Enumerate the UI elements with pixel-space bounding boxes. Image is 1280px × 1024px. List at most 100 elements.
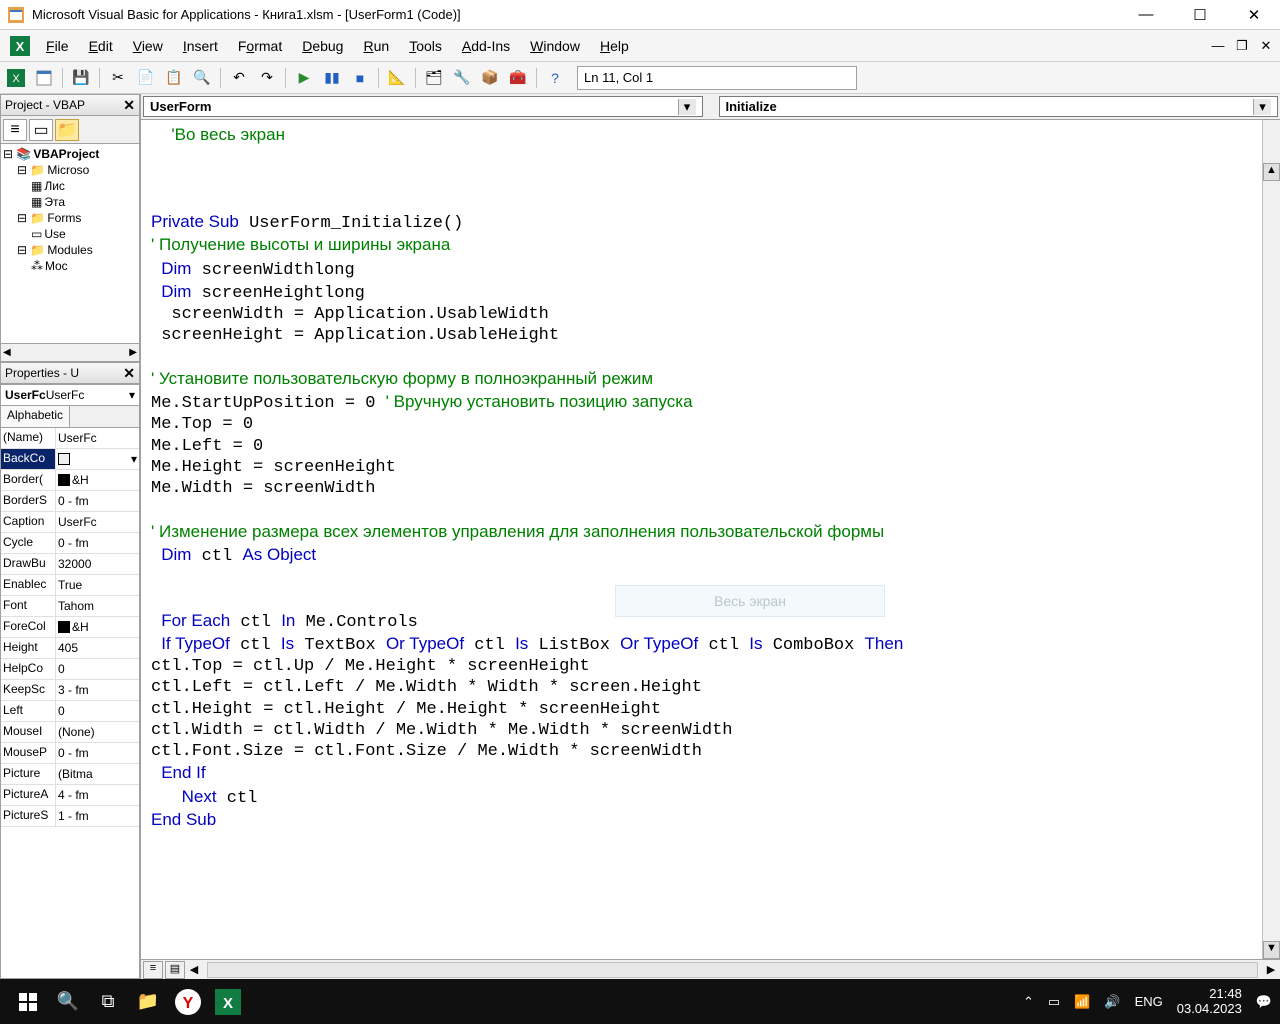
toggle-folders-button[interactable]: 📁 [55,119,79,141]
break-button[interactable]: ▮▮ [320,66,344,90]
menu-view[interactable]: View [123,34,173,58]
start-button[interactable] [8,982,48,1022]
menu-help[interactable]: Help [590,34,639,58]
property-row[interactable]: MouseI(None) [1,722,139,743]
search-icon[interactable]: 🔍 [48,982,88,1022]
property-row[interactable]: BackCo▾ [1,449,139,470]
view-object-button[interactable]: ▭ [29,119,53,141]
battery-icon[interactable]: ▭ [1048,994,1060,1010]
view-code-button[interactable]: ≡ [3,119,27,141]
tree-sheet[interactable]: ▦ Лис [3,178,137,194]
procedure-dropdown[interactable]: Initialize▾ [719,96,1279,117]
property-row[interactable]: DrawBu32000 [1,554,139,575]
code-vscroll[interactable]: ▲ ▼ [1262,120,1280,959]
design-mode-button[interactable]: 📐 [385,66,409,90]
property-row[interactable]: Left0 [1,701,139,722]
properties-object-combo[interactable]: UserFc UserFc ▾ [0,384,140,406]
full-module-view-button[interactable]: ▤ [165,961,185,979]
properties-button[interactable]: 🔧 [450,66,474,90]
menu-debug[interactable]: Debug [292,34,353,58]
tree-microsoft-objects[interactable]: ⊟ 📁 Microso [3,162,137,178]
scroll-up-icon[interactable]: ▲ [1263,163,1280,181]
tree-module1[interactable]: ⁂ Moc [3,258,137,274]
paste-button[interactable]: 📋 [162,66,186,90]
scroll-down-icon[interactable]: ▼ [1263,941,1280,959]
property-row[interactable]: PictureA4 - fm [1,785,139,806]
tree-thisworkbook[interactable]: ▦ Эта [3,194,137,210]
properties-pane-close[interactable]: ✕ [123,365,135,382]
tree-modules[interactable]: ⊟ 📁 Modules [3,242,137,258]
mdi-minimize[interactable]: — [1208,38,1228,54]
find-button[interactable]: 🔍 [190,66,214,90]
run-button[interactable]: ▶ [292,66,316,90]
volume-icon[interactable]: 🔊 [1104,994,1120,1010]
tray-expand-icon[interactable]: ⌃ [1023,994,1034,1010]
property-row[interactable]: CaptionUserFc [1,512,139,533]
property-row[interactable]: ForeCol&H [1,617,139,638]
property-row[interactable]: Height405 [1,638,139,659]
task-view-icon[interactable]: ⧉ [88,982,128,1022]
property-row[interactable]: PictureS1 - fm [1,806,139,827]
mdi-restore[interactable]: ❐ [1232,38,1252,54]
fullscreen-overlay-button[interactable]: Весь экран [615,585,885,617]
menu-file[interactable]: File [36,34,79,58]
code-hscroll[interactable] [207,962,1258,978]
property-row[interactable]: Border(&H [1,470,139,491]
maximize-button[interactable]: ☐ [1182,6,1218,24]
tree-forms[interactable]: ⊟ 📁 Forms [3,210,137,226]
toolbox-button[interactable]: 🧰 [506,66,530,90]
object-browser-button[interactable]: 📦 [478,66,502,90]
chevron-down-icon[interactable]: ▾ [1253,99,1271,115]
menu-tools[interactable]: Tools [399,34,452,58]
menu-edit[interactable]: Edit [79,34,123,58]
properties-grid[interactable]: (Name)UserFcBackCo▾Border(&HBorderS0 - f… [0,428,140,979]
cut-button[interactable]: ✂ [106,66,130,90]
close-button[interactable]: ✕ [1236,6,1272,24]
property-row[interactable]: (Name)UserFc [1,428,139,449]
undo-button[interactable]: ↶ [227,66,251,90]
mdi-close[interactable]: ✕ [1256,38,1276,54]
menu-window[interactable]: Window [520,34,590,58]
chevron-down-icon[interactable]: ▾ [129,388,135,402]
property-row[interactable]: BorderS0 - fm [1,491,139,512]
insert-userform-button[interactable] [32,66,56,90]
project-tree[interactable]: ⊟ 📚 VBAProject ⊟ 📁 Microso ▦ Лис ▦ Эта ⊟… [0,144,140,344]
object-dropdown[interactable]: UserForm▾ [143,96,703,117]
tree-root[interactable]: ⊟ 📚 VBAProject [3,146,137,162]
chevron-down-icon[interactable]: ▾ [678,99,696,115]
property-row[interactable]: Picture(Bitma [1,764,139,785]
menu-addins[interactable]: Add-Ins [452,34,520,58]
copy-button[interactable]: 📄 [134,66,158,90]
property-row[interactable]: EnablecTrue [1,575,139,596]
help-button[interactable]: ? [543,66,567,90]
clock[interactable]: 21:48 03.04.2023 [1177,987,1242,1016]
property-row[interactable]: HelpCo0 [1,659,139,680]
menu-format[interactable]: Format [228,34,292,58]
property-row[interactable]: KeepSc3 - fm [1,680,139,701]
notifications-icon[interactable]: 💬 [1256,994,1272,1010]
procedure-view-button[interactable]: ≡ [143,961,163,979]
property-row[interactable]: MouseP0 - fm [1,743,139,764]
file-explorer-icon[interactable]: 📁 [128,982,168,1022]
project-hscroll[interactable]: ◀▶ [0,344,140,362]
menu-insert[interactable]: Insert [173,34,228,58]
view-excel-button[interactable]: X [4,66,28,90]
menu-run[interactable]: Run [353,34,399,58]
property-row[interactable]: FontTahom [1,596,139,617]
tab-alphabetic[interactable]: Alphabetic [1,406,70,427]
code-editor[interactable]: 'Во весь экран Private Sub UserForm_Init… [141,120,1280,959]
hscroll-right-icon[interactable]: ▶ [1262,963,1280,976]
project-pane-close[interactable]: ✕ [123,97,135,114]
excel-taskbar-icon[interactable]: X [208,982,248,1022]
yandex-browser-icon[interactable]: Y [168,982,208,1022]
hscroll-left-icon[interactable]: ◀ [185,963,203,976]
language-indicator[interactable]: ENG [1135,994,1163,1009]
property-row[interactable]: Cycle0 - fm [1,533,139,554]
excel-icon[interactable]: X [10,36,30,56]
wifi-icon[interactable]: 📶 [1074,994,1090,1010]
minimize-button[interactable]: — [1128,6,1164,24]
project-explorer-button[interactable]: 🗂 [422,66,446,90]
tree-userform[interactable]: ▭ Use [3,226,137,242]
redo-button[interactable]: ↷ [255,66,279,90]
save-button[interactable]: 💾 [69,66,93,90]
